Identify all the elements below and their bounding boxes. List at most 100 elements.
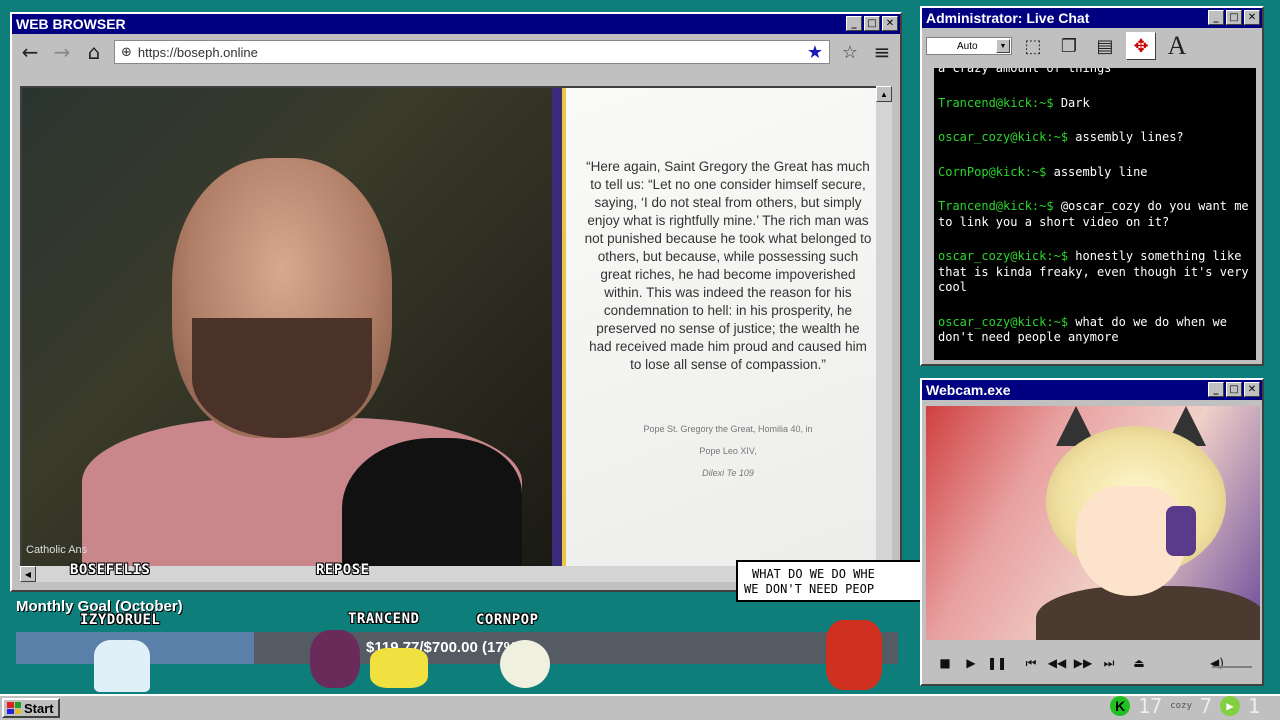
close-button[interactable]: ✕ (1244, 10, 1260, 25)
browser-navbar: ← → ⌂ ⊕ https://boseph.online ★ ☆ ≡ (12, 34, 900, 70)
maximize-button[interactable]: □ (1226, 382, 1242, 397)
menu-icon[interactable]: ≡ (870, 40, 894, 64)
bookmark-star-icon[interactable]: ★ (807, 42, 823, 63)
chat-username[interactable]: oscar_cozy@kick:~$ (938, 249, 1068, 263)
minimize-button[interactable]: _ (1208, 10, 1224, 25)
maximize-button[interactable]: □ (1226, 10, 1242, 25)
play-icon[interactable]: ▶ (1219, 696, 1240, 716)
font-size-value: Auto (957, 40, 978, 52)
scroll-left-icon[interactable]: ◀ (20, 566, 36, 582)
globe-icon: ⊕ (121, 44, 132, 60)
sprite-trancend (310, 630, 360, 688)
stop-icon[interactable]: ■ (934, 652, 956, 674)
close-button[interactable]: ✕ (1244, 382, 1260, 397)
back-icon[interactable]: ← (18, 40, 42, 64)
paste-icon[interactable]: ▤ (1090, 32, 1120, 60)
webcam-title: Webcam.exe (926, 382, 1011, 398)
chat-text: Dark (1053, 95, 1090, 110)
chat-text: a crazy amount of things (938, 68, 1112, 75)
favorites-icon[interactable]: ☆ (838, 40, 862, 64)
sprite-cornpop (500, 640, 550, 688)
chat-message: Trancend@kick:~$ Dark (938, 96, 1252, 112)
chat-username[interactable]: CornPop@kick:~$ (938, 165, 1046, 179)
tray-count: 1 (1247, 694, 1260, 718)
person-beard (192, 318, 372, 438)
media-controls: ■ ▶ ❚❚ ⏮ ◀◀ ▶▶ ⏭ ⏏ ◀) (926, 648, 1260, 678)
chat-message: oscar_cozy@kick:~$ assembly lines? (938, 130, 1252, 146)
avatar-body (1036, 586, 1260, 640)
overlay-name-izydoruel: IZYDORUEL (80, 612, 161, 628)
start-button[interactable]: Start (2, 698, 60, 718)
bubble-line: WHAT DO WE DO WHE (752, 567, 875, 581)
browser-viewport: Catholic Ans “Here again, Saint Gregory … (20, 86, 888, 568)
chat-message: Trancend@kick:~$ @oscar_cozy do you want… (938, 199, 1252, 230)
start-label: Start (24, 700, 54, 716)
vertical-scrollbar[interactable]: ▲ (876, 86, 892, 568)
scroll-up-icon[interactable]: ▲ (876, 86, 892, 102)
quote-text: “Here again, Saint Gregory the Great has… (584, 159, 872, 372)
move-icon[interactable]: ✥ (1126, 32, 1156, 60)
sprite-luffy (826, 620, 882, 690)
taskbar: Start (0, 694, 1280, 720)
address-bar[interactable]: ⊕ https://boseph.online ★ (114, 40, 830, 64)
webcam-titlebar[interactable]: Webcam.exe _ □ ✕ (922, 380, 1262, 400)
citation-line: Dilexi Te 109 (702, 468, 754, 478)
home-icon[interactable]: ⌂ (82, 40, 106, 64)
rewind-icon[interactable]: ◀◀ (1046, 652, 1068, 674)
play-icon[interactable]: ▶ (960, 652, 982, 674)
tray-count: 7 (1199, 694, 1212, 718)
sprite-izydoruel (94, 640, 150, 692)
overlay-name-bosefelis: BOSEFELIS (70, 562, 151, 578)
volume-slider[interactable] (1212, 658, 1252, 668)
fast-forward-icon[interactable]: ▶▶ (1072, 652, 1094, 674)
bubble-line: WE DON'T NEED PEOP (744, 582, 875, 596)
tray-count: 17 (1138, 694, 1163, 718)
url-text: https://boseph.online (137, 44, 258, 60)
chat-message: oscar_cozy@kick:~$ what do we do when we… (938, 315, 1252, 346)
chat-username[interactable]: oscar_cozy@kick:~$ (938, 315, 1068, 329)
browser-window: WEB BROWSER _ □ ✕ ← → ⌂ ⊕ https://boseph… (10, 12, 902, 592)
chat-username[interactable]: Trancend@kick:~$ (938, 199, 1054, 213)
sprite-pikachu (370, 648, 428, 688)
browser-title: WEB BROWSER (16, 16, 126, 32)
maximize-button[interactable]: □ (864, 16, 880, 31)
citation-line: Pope Leo XIV, (699, 446, 757, 456)
quote-panel: “Here again, Saint Gregory the Great has… (566, 88, 886, 566)
pause-icon[interactable]: ❚❚ (986, 652, 1008, 674)
quote-citation: Pope St. Gregory the Great, Homilia 40, … (584, 418, 872, 484)
kick-icon[interactable]: K (1110, 696, 1131, 716)
skip-forward-icon[interactable]: ⏭ (1098, 652, 1120, 674)
font-icon[interactable]: A (1162, 31, 1192, 60)
eject-icon[interactable]: ⏏ (1128, 652, 1150, 674)
system-tray: K 17 cozy 7 ▶ 1 (1110, 694, 1260, 718)
chat-username[interactable]: Trancend@kick:~$ (938, 96, 1054, 110)
divider-bar (552, 88, 562, 566)
webcam-view (926, 406, 1260, 640)
browser-titlebar[interactable]: WEB BROWSER _ □ ✕ (12, 14, 900, 34)
chat-titlebar[interactable]: Administrator: Live Chat _ □ ✕ (922, 8, 1262, 28)
copy-icon[interactable]: ❐ (1054, 32, 1084, 60)
font-size-select[interactable]: Auto ▼ (926, 37, 1012, 55)
video-feed: Catholic Ans (22, 88, 552, 566)
chat-log[interactable]: a crazy amount of things Trancend@kick:~$… (934, 68, 1256, 360)
minimize-button[interactable]: _ (846, 16, 862, 31)
select-icon[interactable]: ⬚ (1018, 32, 1048, 60)
citation-line: Pope St. Gregory the Great, Homilia 40, … (643, 424, 813, 434)
overlay-name-trancend: TRANCEND (348, 611, 420, 627)
close-button[interactable]: ✕ (882, 16, 898, 31)
minimize-button[interactable]: _ (1208, 382, 1224, 397)
chat-text: assembly line (1046, 164, 1148, 179)
microphone (342, 438, 522, 566)
chat-message: a crazy amount of things (938, 68, 1252, 77)
forward-icon[interactable]: → (50, 40, 74, 64)
windows-logo-icon (7, 702, 21, 714)
chat-username[interactable]: oscar_cozy@kick:~$ (938, 130, 1068, 144)
skip-back-icon[interactable]: ⏮ (1020, 652, 1042, 674)
catholic-answers-logo: Catholic Ans (26, 544, 88, 556)
overlay-name-cornpop: CORNPOP (476, 612, 539, 628)
chat-title: Administrator: Live Chat (926, 10, 1090, 26)
chat-message: CornPop@kick:~$ assembly line (938, 165, 1252, 181)
headphone (1166, 506, 1196, 556)
chat-toolbar: Auto ▼ ⬚ ❐ ▤ ✥ A (922, 28, 1262, 64)
chevron-down-icon[interactable]: ▼ (996, 39, 1010, 53)
